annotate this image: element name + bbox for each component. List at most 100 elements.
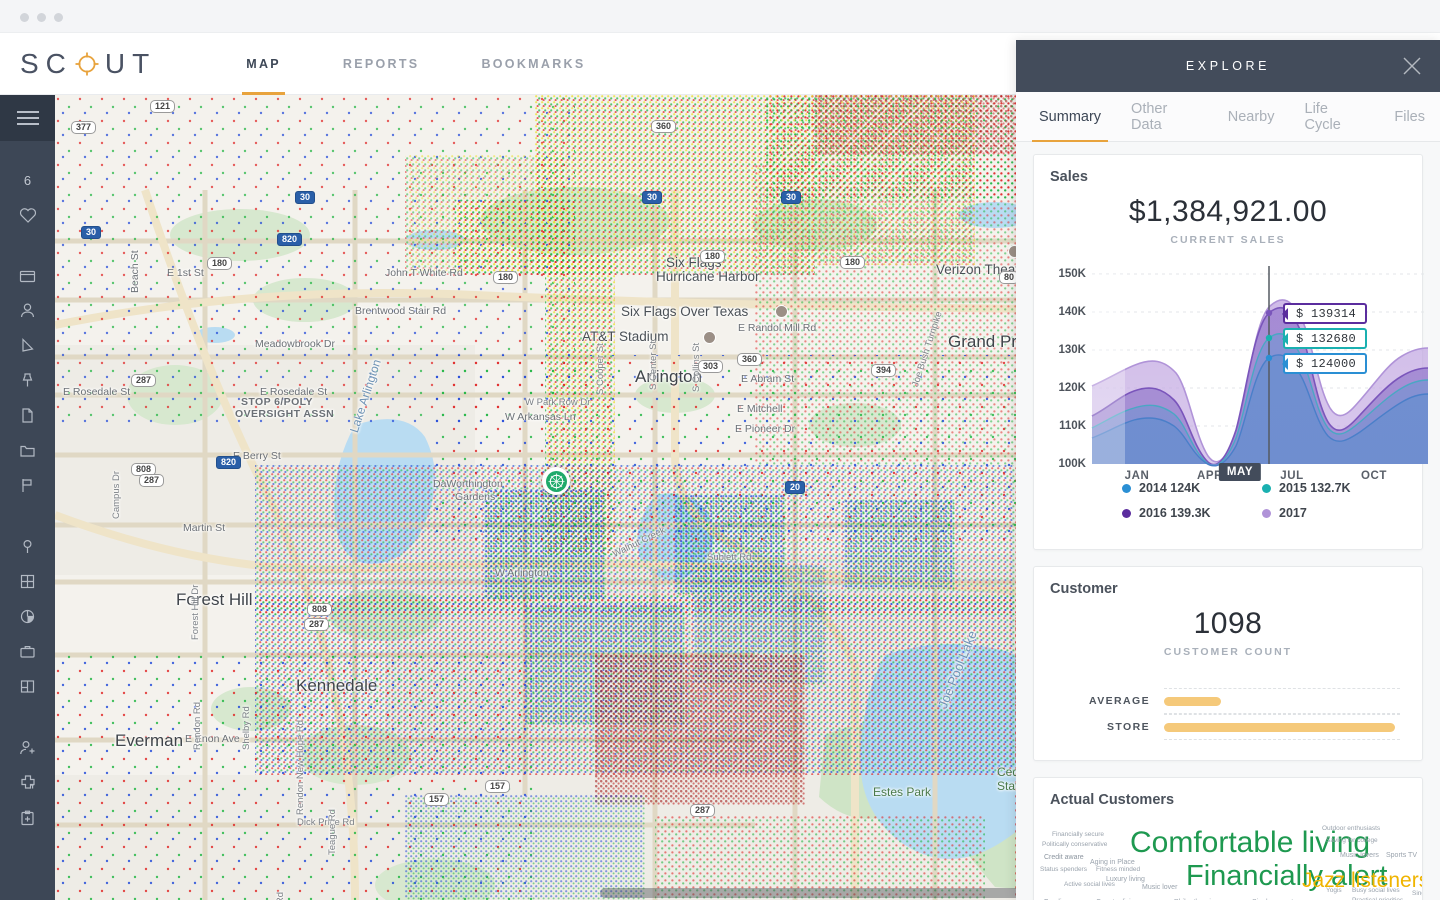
- rail-item-pin[interactable]: [0, 363, 55, 398]
- flag-icon: [18, 476, 37, 495]
- rail-item-medical-dollar[interactable]: [0, 765, 55, 800]
- rail-item-favorites[interactable]: [0, 197, 55, 232]
- box-icon: [18, 266, 37, 285]
- rail-item-pie-chart[interactable]: [0, 599, 55, 634]
- tab-nearby[interactable]: Nearby: [1213, 92, 1290, 141]
- highway-shield: 20: [785, 481, 806, 495]
- app-logo[interactable]: SC UT: [20, 48, 156, 80]
- rail-item-folder[interactable]: [0, 433, 55, 468]
- bar-fill-average: [1164, 696, 1221, 706]
- chart-tooltip-2015: $ 132680: [1283, 328, 1368, 349]
- rail-item-person[interactable]: [0, 293, 55, 328]
- primary-nav: MAP REPORTS BOOKMARKS: [234, 33, 635, 95]
- word-cloud-term[interactable]: Music lovers: [1340, 852, 1379, 859]
- legend-item-2016[interactable]: 2016 139.3K: [1122, 506, 1262, 520]
- folder-icon: [18, 441, 37, 460]
- highway-shield: 394: [871, 364, 897, 378]
- sales-value: $1,384,921.00: [1128, 195, 1328, 228]
- x-axis-tick-highlight[interactable]: MAY: [1218, 463, 1262, 481]
- word-cloud-term[interactable]: Politically conservative: [1042, 841, 1107, 849]
- rail-item-layout[interactable]: [0, 669, 55, 704]
- highway-shield: 820: [216, 456, 242, 470]
- word-cloud-term[interactable]: Yogis: [1326, 887, 1342, 895]
- sales-value-label: CURRENT SALES: [1170, 234, 1286, 246]
- highway-shield: 360: [737, 353, 763, 367]
- word-cloud-term[interactable]: Single adults: [1412, 890, 1422, 898]
- nav-link-bookmarks[interactable]: BOOKMARKS: [469, 33, 597, 95]
- word-cloud-term[interactable]: Sports TV: [1386, 852, 1417, 859]
- legend-label: 2016 139.3K: [1139, 506, 1211, 520]
- customer-count-label: CUSTOMER COUNT: [1163, 646, 1293, 658]
- highway-shield: 30: [81, 226, 102, 240]
- nav-link-reports[interactable]: REPORTS: [331, 33, 432, 95]
- tab-other-data[interactable]: Other Data: [1116, 92, 1213, 141]
- rail-item-box[interactable]: [0, 258, 55, 293]
- map-target-marker[interactable]: [542, 467, 570, 495]
- customer-count-value: 1098: [1193, 607, 1263, 640]
- left-icon-rail: 6: [0, 95, 55, 900]
- word-cloud-term[interactable]: Credit aware: [1044, 854, 1084, 861]
- nav-link-map[interactable]: MAP: [234, 33, 293, 95]
- rail-item-grid[interactable]: [0, 564, 55, 599]
- add-user-icon: [18, 738, 38, 758]
- briefcase-icon: [18, 642, 37, 661]
- bar-track: [1164, 714, 1400, 740]
- word-cloud-term[interactable]: Financially secure: [1052, 831, 1104, 839]
- rail-item-polygon[interactable]: [0, 328, 55, 363]
- x-axis-tick: JUL: [1280, 470, 1304, 482]
- word-cloud-term[interactable]: Fitness minded: [1096, 866, 1140, 874]
- bar-label: AVERAGE: [1089, 695, 1150, 707]
- rail-divider: [0, 232, 55, 258]
- window-close-dot[interactable]: [20, 13, 29, 22]
- rail-item-briefcase[interactable]: [0, 634, 55, 669]
- window-controls[interactable]: [20, 13, 63, 22]
- bar-fill-store: [1164, 722, 1396, 732]
- sales-card-title: Sales: [1050, 169, 1088, 185]
- customer-card-title: Customer: [1050, 581, 1118, 597]
- hamburger-menu-button[interactable]: [0, 95, 55, 141]
- explore-panel-title: EXPLORE: [1185, 59, 1271, 73]
- rail-item-add-user[interactable]: [0, 730, 55, 765]
- map-target-marker-icon: [545, 470, 567, 492]
- file-icon: [18, 406, 37, 425]
- explore-panel-header: EXPLORE: [1016, 40, 1440, 92]
- rail-item-flag[interactable]: [0, 468, 55, 503]
- word-cloud-term[interactable]: Saving for college: [1326, 837, 1378, 845]
- layout-icon: [18, 677, 37, 696]
- poi-marker-icon: [703, 331, 716, 344]
- sales-area-chart[interactable]: 150K 140K 130K 120K 110K 100K $ 139314 $…: [1040, 260, 1429, 482]
- pie-chart-icon: [18, 607, 37, 626]
- rail-badge-count: 6: [23, 172, 32, 188]
- actual-customers-card: Actual Customers Comfortable living Finan…: [1033, 777, 1423, 900]
- tab-files[interactable]: Files: [1379, 92, 1440, 141]
- highway-shield: 30: [642, 191, 663, 205]
- highway-shield: 180: [207, 257, 233, 271]
- highway-shield: 30: [781, 191, 802, 205]
- rail-item-location[interactable]: [0, 529, 55, 564]
- word-cloud[interactable]: Comfortable living Financially alert Jazz …: [1034, 810, 1422, 900]
- rail-item-clipboard-plus[interactable]: [0, 800, 55, 835]
- explore-panel-body[interactable]: Sales $1,384,921.00 CURRENT SALES 150K 1…: [1016, 142, 1440, 900]
- legend-item-2017[interactable]: 2017: [1262, 506, 1402, 520]
- map-horizontal-scrollbar[interactable]: [600, 888, 1055, 898]
- tab-summary[interactable]: Summary: [1024, 92, 1116, 142]
- word-cloud-term[interactable]: Status spenders: [1040, 866, 1087, 874]
- window-minimize-dot[interactable]: [37, 13, 46, 22]
- window-maximize-dot[interactable]: [54, 13, 63, 22]
- word-cloud-term[interactable]: Aging in Place: [1090, 859, 1135, 866]
- highway-shield: 377: [71, 121, 97, 135]
- word-cloud-term[interactable]: Busy social lives: [1352, 887, 1400, 895]
- word-cloud-term[interactable]: Active social lives: [1064, 881, 1115, 889]
- tab-life-cycle[interactable]: Life Cycle: [1290, 92, 1380, 141]
- word-cloud-term[interactable]: Outdoor enthusiasts: [1322, 825, 1380, 833]
- x-axis-tick: JAN: [1124, 470, 1150, 482]
- highway-shield: 820: [277, 233, 303, 247]
- word-cloud-term[interactable]: Music lover: [1142, 884, 1177, 891]
- rail-item-file[interactable]: [0, 398, 55, 433]
- rail-divider-3: [0, 704, 55, 730]
- close-icon[interactable]: [1401, 55, 1423, 77]
- explore-panel: EXPLORE Summary Other Data Nearby Life C…: [1016, 40, 1440, 900]
- crosshair-icon: [74, 51, 100, 77]
- heart-icon: [18, 205, 38, 225]
- explore-panel-tabs: Summary Other Data Nearby Life Cycle Fil…: [1016, 92, 1440, 142]
